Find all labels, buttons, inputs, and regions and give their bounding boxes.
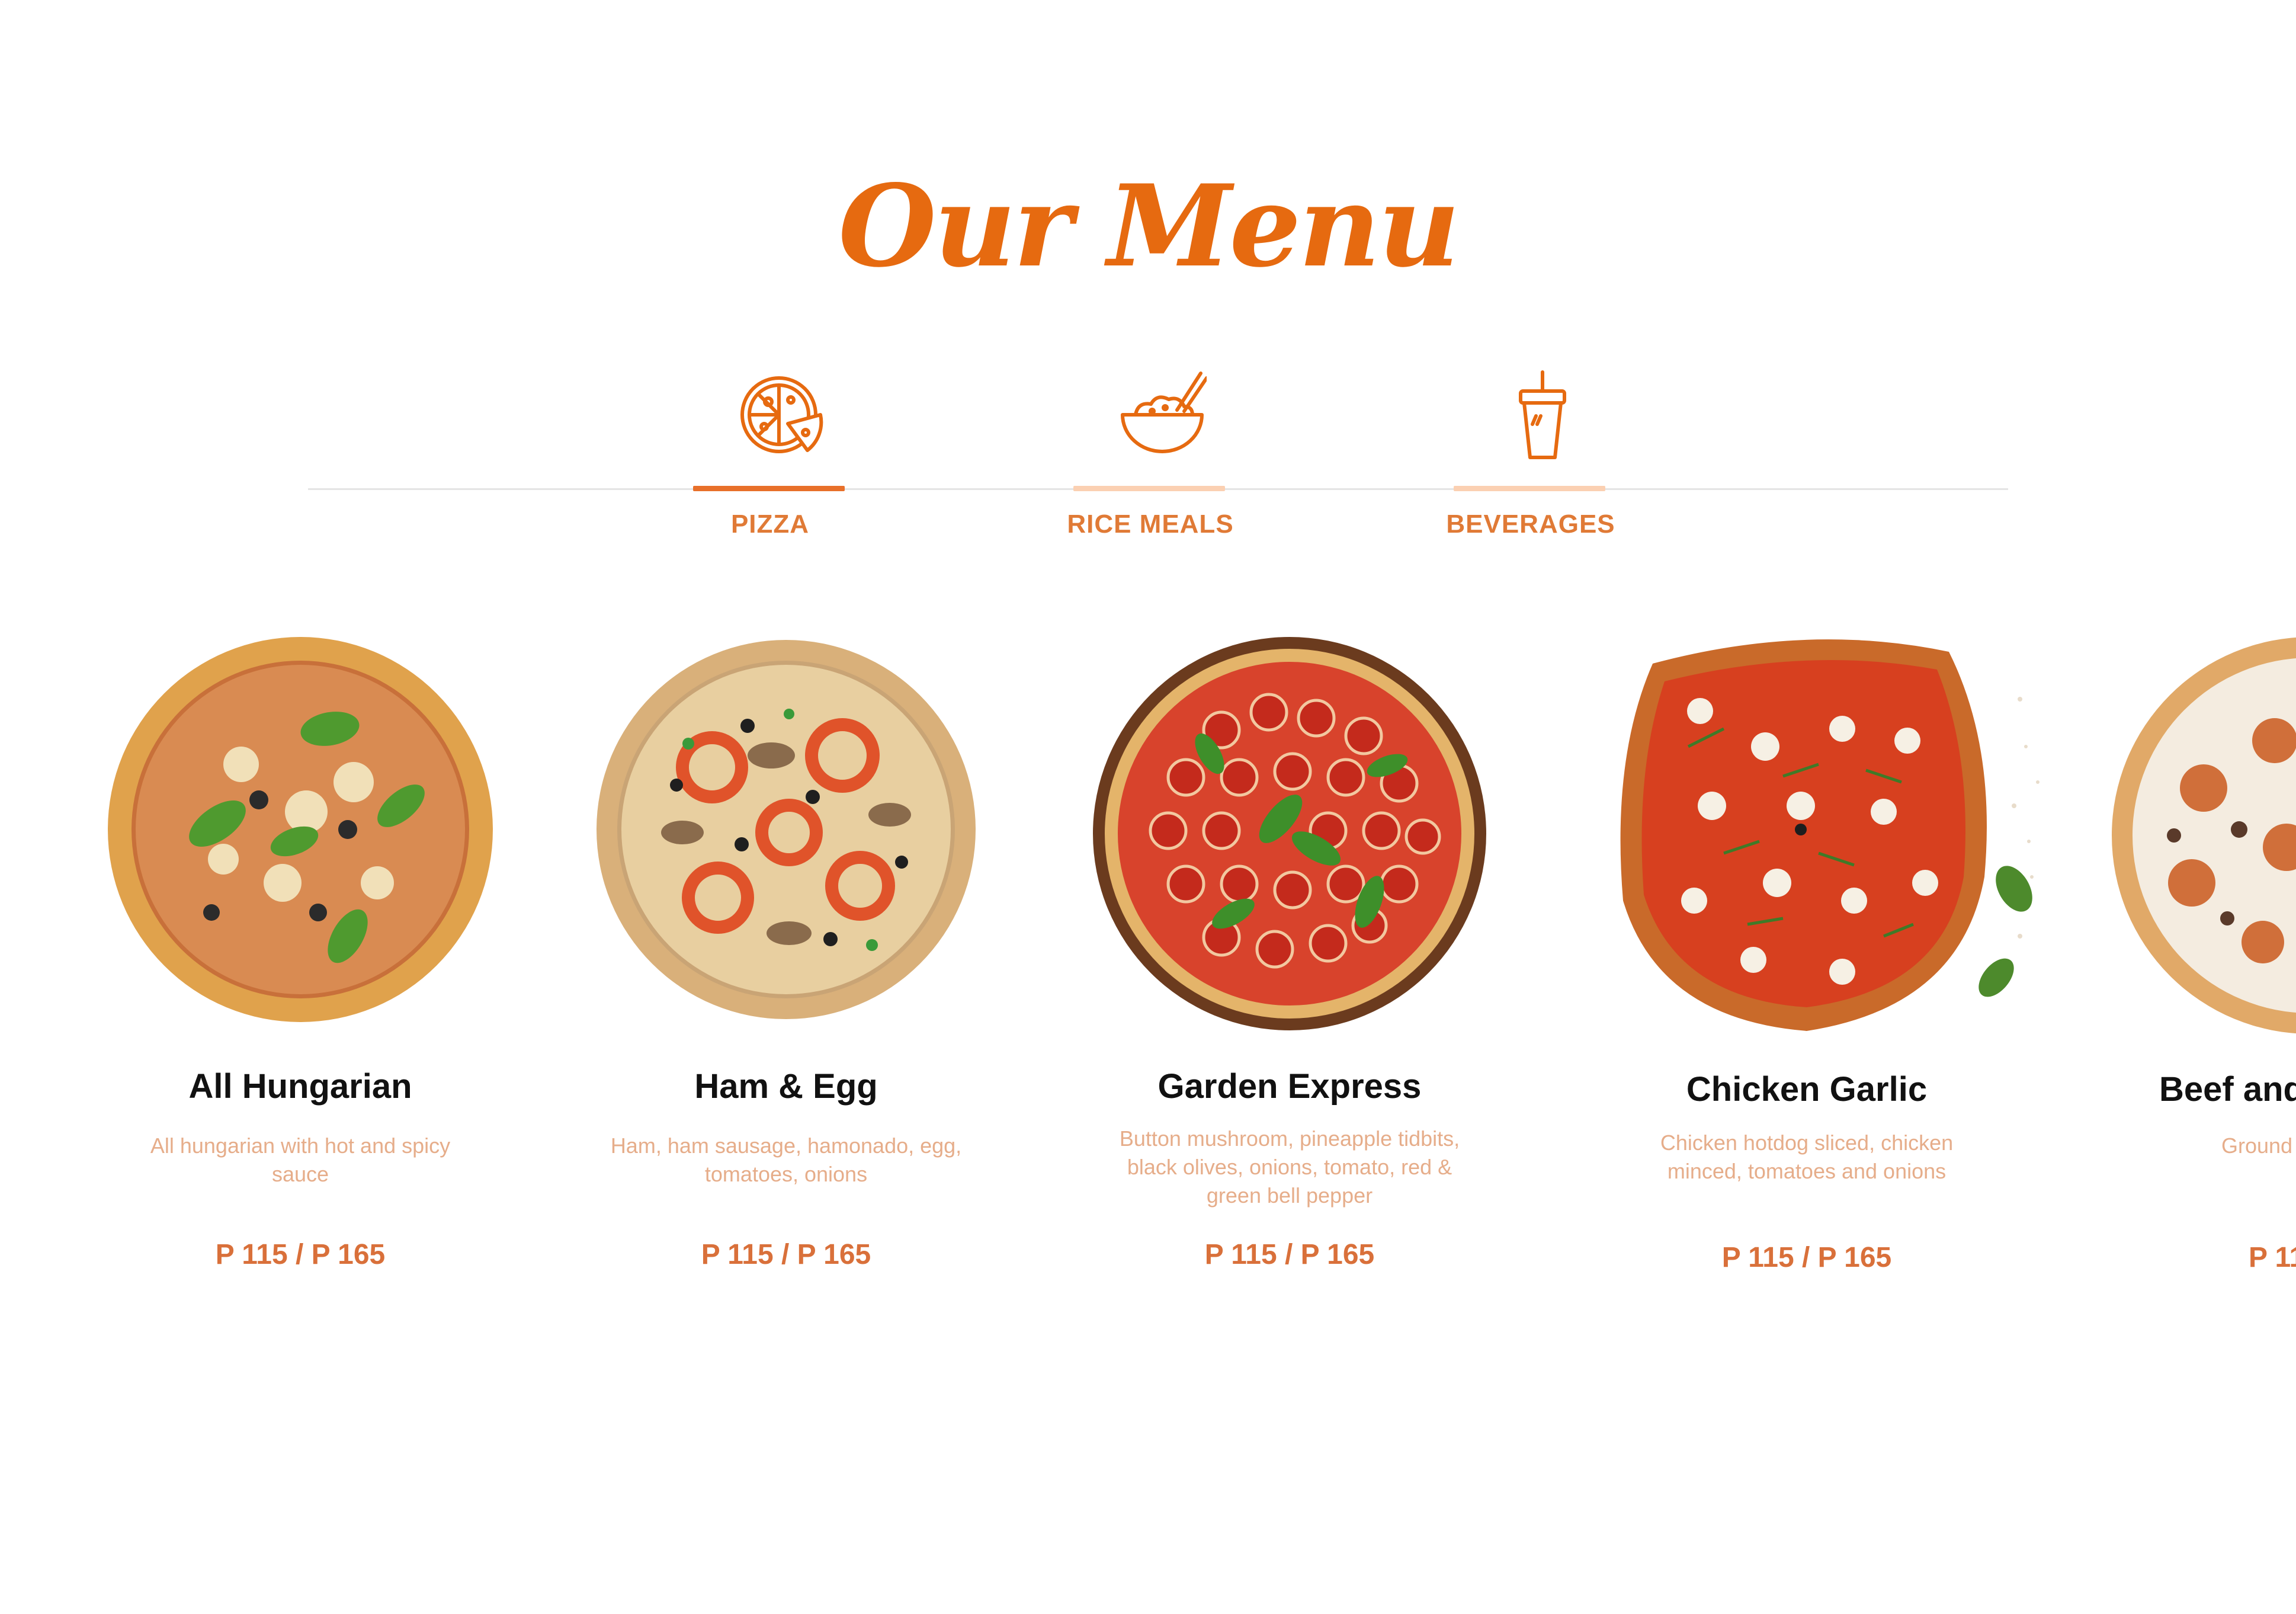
menu-item-chicken-garlic[interactable]: Chicken Garlic Chicken hotdog sliced, ch… [1564,628,2050,1298]
pizza-image [1620,639,2040,1031]
pizza-icon [740,376,823,453]
pizza-image [2112,637,2296,1034]
item-price: P 115 / P 165 [215,1239,386,1270]
tab-beverages[interactable]: BEVERAGES [1446,367,1615,545]
rice-bowl-icon [1121,372,1207,453]
item-name: Ham & Egg [694,1067,878,1106]
item-price: P 115 / P 165 [1721,1242,1892,1273]
item-price: P 115 / P 165 [1204,1239,1375,1270]
pizza-image [108,637,493,1022]
item-price: P 115 / P 165 [701,1239,871,1270]
item-description: Button mushroom, pineapple tidbits, blac… [1119,1126,1460,1208]
item-description: Ham, ham sausage, hamonado, egg, tomatoe… [610,1133,962,1186]
item-description: All hungarian with hot and spicy sauce [150,1133,451,1186]
pizza-image [1093,637,1486,1030]
menu-item-all-hungarian[interactable]: All Hungarian All hungarian with hot and… [57,628,543,1298]
item-name: All Hungarian [188,1067,412,1106]
menu-item-beef-and[interactable]: Beef and Ground red P 11 [2056,628,2296,1298]
pizza-image [597,640,976,1019]
menu-item-ham-and-egg[interactable]: Ham & Egg Ham, ham sausage, hamonado, eg… [543,628,1029,1298]
tab-beverages-indicator [1454,486,1605,491]
tab-pizza-label: PIZZA [730,510,810,539]
menu-item-garden-express[interactable]: Garden Express Button mushroom, pineappl… [1047,628,1532,1298]
item-name: Beef and [2159,1070,2296,1109]
item-description: Ground red [2221,1133,2296,1158]
page-title: Our Menu [838,160,1460,292]
tab-beverages-label: BEVERAGES [1446,510,1615,539]
tab-pizza-indicator [693,486,845,491]
tab-rice-meals[interactable]: RICE MEALS [1067,367,1233,545]
item-price: P 11 [2249,1242,2296,1273]
tab-rice-meals-label: RICE MEALS [1067,510,1234,539]
tab-rice-meals-indicator [1073,486,1225,491]
tab-pizza[interactable]: PIZZA [693,367,847,545]
item-name: Chicken Garlic [1686,1070,1928,1109]
item-name: Garden Express [1157,1067,1422,1106]
drink-cup-icon [1519,370,1566,459]
item-description: Chicken hotdog sliced, chicken minced, t… [1660,1131,1954,1183]
